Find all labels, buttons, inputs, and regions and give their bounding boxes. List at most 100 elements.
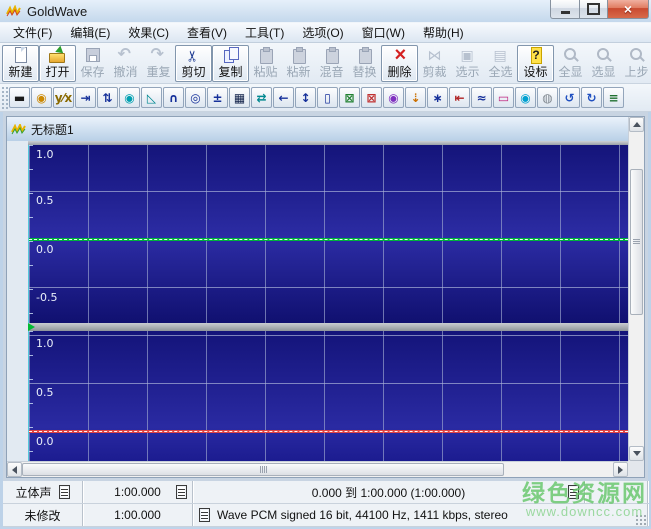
stereo-3d-icon[interactable]: ◉ [383,87,404,108]
time-warp-icon[interactable]: ⇣ [405,87,426,108]
right-channel-waveform [29,430,628,433]
status-pane-2-1: 1:00.000 [83,504,193,526]
status-text: 1:00.000 [114,485,161,499]
device-controls-icon[interactable]: ◉ [31,87,52,108]
scroll-right-button[interactable] [613,462,628,477]
waveform-view[interactable]: 1.0 0.5 0.0 -0.5 1.0 0.5 0.0 [7,141,628,461]
cut-icon [184,47,204,65]
toolbar-button-save: 保存 [76,45,109,82]
waveform-dash-overlay [29,431,628,432]
playback-rate-icon[interactable]: ⇥ [75,87,96,108]
toolbar-grip[interactable] [1,86,8,109]
menu-item-options[interactable]: 选项(O) [293,21,352,44]
waveform-channel-left[interactable]: 1.0 0.5 0.0 -0.5 [28,145,628,323]
title-bar[interactable]: GoldWave × [0,0,651,22]
maximize-button[interactable] [580,0,608,19]
left-channel-waveform [29,238,628,241]
toolbar-button-label: 选示 [455,64,480,79]
vertical-scroll-thumb[interactable] [630,169,643,315]
horizontal-scroll-thumb[interactable] [22,463,504,476]
toolbar-button-delete[interactable]: 删除 [381,44,418,82]
arrow-down-icon [632,451,641,460]
stereo-mix-icon[interactable]: ⊠ [339,87,360,108]
speaker-levels-icon[interactable]: ≡ [603,87,624,108]
toolbar-button-show-selection: 选显 [587,45,620,82]
waveform-channel-right[interactable]: 1.0 0.5 0.0 [28,331,628,461]
menu-item-help[interactable]: 帮助(H) [414,21,473,44]
toolbar-button-show-all: 全显 [554,45,587,82]
amplitude-ticks [29,145,33,323]
menu-item-window[interactable]: 窗口(W) [353,21,414,44]
new-icon [11,46,31,65]
toolbar-button-label: 复制 [218,64,243,79]
replace-icon [355,46,375,65]
status-text: 1:00.000 [114,508,161,522]
menu-item-tools[interactable]: 工具(T) [236,21,293,44]
echo-icon[interactable]: ◉ [119,87,140,108]
shape-volume-icon[interactable]: ▯ [317,87,338,108]
status-row-2: 未修改 1:00.000 Wave PCM signed 16 bit, 44100… [3,504,648,527]
toolbar-button-new[interactable]: 新建 [2,44,39,82]
document-icon [11,123,26,135]
cd-reader-icon[interactable]: ◉ [515,87,536,108]
minimize-button[interactable] [550,0,580,19]
grid-horizontal-line [29,335,628,336]
control-properties-icon[interactable]: ▬ [9,87,30,108]
scroll-left-button[interactable] [7,462,22,477]
doppler-icon[interactable]: ⇅ [97,87,118,108]
vertical-scrollbar[interactable] [628,117,644,461]
toolbar-button-paste-new: 粘新 [282,45,315,82]
toolbar-button-label: 设标 [523,64,548,79]
toolbar-button-previous-zoom: 上步 [620,45,651,82]
grid-vertical-lines [29,331,628,461]
channel-marker-icon [28,323,35,331]
main-toolbar: 新建打开保存撤消重复剪切复制粘贴粘新混音替换删除剪裁选示全选设标全显选显上步 [0,43,651,84]
monitor-icon[interactable]: ◍ [537,87,558,108]
channel-separator[interactable] [28,323,628,331]
rewind-start-icon[interactable]: ↺ [559,87,580,108]
toolbar-button-label: 撤消 [113,64,138,79]
scroll-down-button[interactable] [629,446,644,461]
menu-item-effects[interactable]: 效果(C) [119,21,178,44]
toolbar-button-select-all: 全选 [484,45,517,82]
status-pane-1-1: 1:00.000 [83,481,193,503]
amplitude-label: -0.5 [36,291,58,304]
toolbar-button-cut[interactable]: 剪切 [175,44,212,82]
document-title-bar[interactable]: 无标题1 [7,117,628,142]
paste-new-icon [289,46,309,65]
voice-over-icon[interactable]: ▭ [493,87,514,108]
undo-icon [116,47,136,65]
waveform-left-margin [7,141,28,461]
toolbar-button-label: 替换 [352,64,377,79]
flanger-icon[interactable]: ∩ [163,87,184,108]
toolbar-button-replace: 替换 [348,45,381,82]
status-text: 0.000 到 1:00.000 (1:00.000) [311,485,466,500]
close-button[interactable]: × [608,0,649,19]
forward-end-icon[interactable]: ↻ [581,87,602,108]
mechanize-icon[interactable]: ◎ [185,87,206,108]
toolbar-button-open[interactable]: 打开 [39,44,76,82]
filter-icon[interactable]: ◺ [141,87,162,108]
smoother-icon[interactable]: ≈ [471,87,492,108]
toolbar-button-set-marker[interactable]: 设标 [517,44,554,82]
toolbar-button-copy[interactable]: 复制 [212,44,249,82]
noise-reduction-icon[interactable]: ∗ [427,87,448,108]
volume-icon[interactable]: ↕ [295,87,316,108]
redo-icon [149,47,169,65]
pop-click-icon[interactable]: ⇤ [449,87,470,108]
status-pane-2-2: Wave PCM signed 16 bit, 44100 Hz, 1411 k… [193,504,648,526]
reduce-vocals-icon[interactable]: ⊠ [361,87,382,108]
offset-icon[interactable]: ± [207,87,228,108]
parametric-eq-icon[interactable]: ▦ [229,87,250,108]
menu-item-view[interactable]: 查看(V) [178,21,236,44]
pitch-icon[interactable]: ⇄ [251,87,272,108]
status-row-1: 立体声 1:00.000 0.000 到 1:00.000 (1:00.000) [3,481,648,504]
reverse-icon[interactable]: ← [273,87,294,108]
resize-grip[interactable] [635,514,647,526]
arrow-up-icon [632,118,641,127]
menu-item-edit[interactable]: 编辑(E) [61,21,119,44]
expression-evaluator-icon[interactable]: y⁄x [53,87,74,108]
scroll-up-button[interactable] [629,117,644,132]
menu-item-file[interactable]: 文件(F) [4,21,61,44]
horizontal-scrollbar[interactable] [7,461,628,477]
